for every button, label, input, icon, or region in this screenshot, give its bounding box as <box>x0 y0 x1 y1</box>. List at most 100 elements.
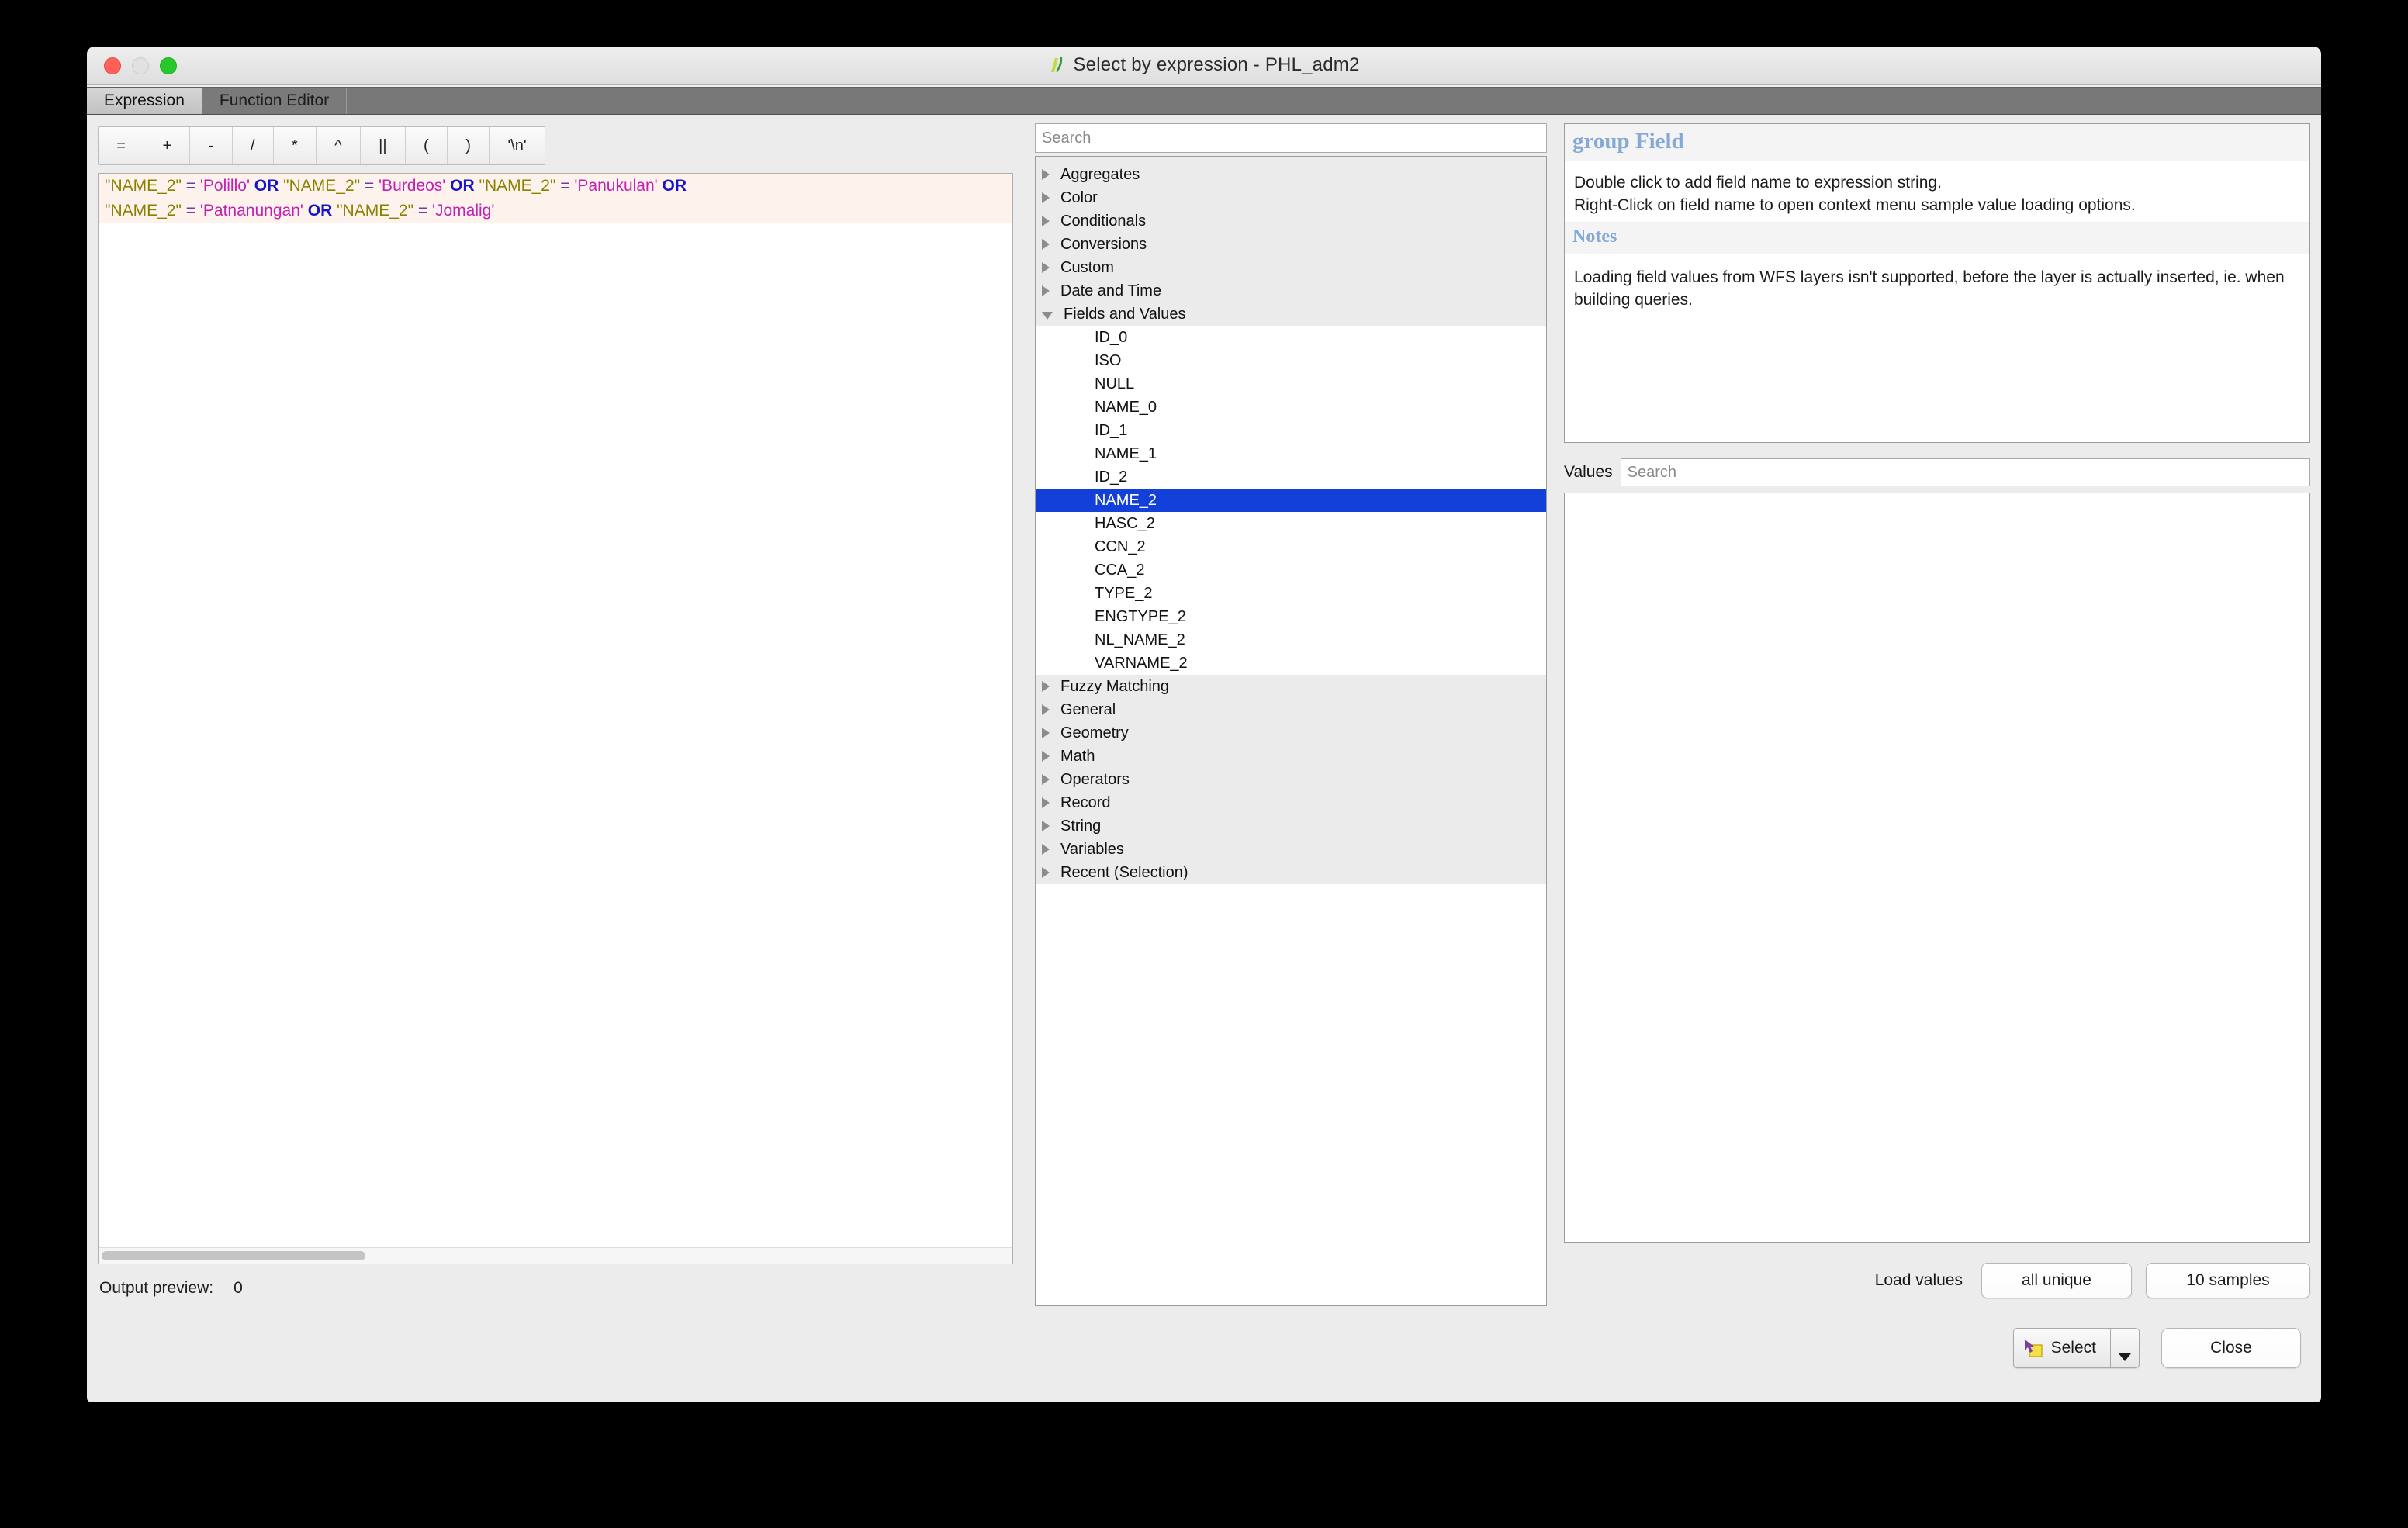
tab-expression[interactable]: Expression <box>87 88 202 114</box>
close-button[interactable]: Close <box>2161 1328 2301 1368</box>
help-body-line-1: Double click to add field name to expres… <box>1574 174 1942 192</box>
function-tree[interactable]: Aggregates Color Conditionals Conversions Cu… <box>1035 156 1547 1306</box>
tree-item-fuzzy-matching[interactable]: Fuzzy Matching <box>1036 675 1546 698</box>
tree-item-label: NAME_2 <box>1095 491 1157 509</box>
tree-item-string[interactable]: String <box>1036 814 1546 838</box>
chevron-right-icon[interactable] <box>1042 169 1050 180</box>
select-button[interactable]: Select <box>2014 1329 2110 1367</box>
chevron-right-icon[interactable] <box>1042 262 1050 273</box>
tree-item-operators[interactable]: Operators <box>1036 768 1546 791</box>
tree-item-nl-name-2[interactable]: NL_NAME_2 <box>1036 628 1546 652</box>
tree-item-aggregates[interactable]: Aggregates <box>1036 163 1546 186</box>
chevron-right-icon[interactable] <box>1042 681 1050 692</box>
chevron-down-icon <box>2119 1353 2131 1361</box>
tree-item-hasc-2[interactable]: HASC_2 <box>1036 512 1546 535</box>
tree-item-fields-and-values[interactable]: Fields and Values <box>1036 302 1546 326</box>
select-by-expression-window: Select by expression - PHL_adm2 Expressi… <box>87 47 2321 1402</box>
tree-item-cca-2[interactable]: CCA_2 <box>1036 558 1546 582</box>
values-list[interactable] <box>1564 493 2310 1243</box>
tree-item-variables[interactable]: Variables <box>1036 838 1546 861</box>
expr-token-eq: = <box>560 177 570 195</box>
tree-item-id-0[interactable]: ID_0 <box>1036 326 1546 349</box>
tree-item-label: ENGTYPE_2 <box>1095 607 1186 625</box>
tree-item-label: Date and Time <box>1060 282 1162 299</box>
op-close-paren-button[interactable]: ) <box>447 127 490 164</box>
tree-item-general[interactable]: General <box>1036 698 1546 721</box>
chevron-right-icon[interactable] <box>1042 192 1050 203</box>
op-multiply-button[interactable]: * <box>273 127 317 164</box>
expression-editor[interactable]: "NAME_2" = 'Polillo' OR "NAME_2" = 'Burd… <box>98 173 1013 1264</box>
chevron-right-icon[interactable] <box>1042 844 1050 855</box>
expr-token-str: 'Panukulan' <box>574 177 658 195</box>
values-search-input[interactable]: Search <box>1620 458 2310 486</box>
op-power-button[interactable]: ^ <box>316 127 361 164</box>
op-equals-button[interactable]: = <box>99 127 145 164</box>
tree-item-geometry[interactable]: Geometry <box>1036 721 1546 745</box>
expr-token-field: "NAME_2" <box>105 177 182 195</box>
chevron-down-icon[interactable] <box>1042 311 1053 320</box>
expression-text[interactable]: "NAME_2" = 'Polillo' OR "NAME_2" = 'Burd… <box>99 174 1012 1247</box>
chevron-right-icon[interactable] <box>1042 704 1050 715</box>
tree-item-engtype-2[interactable]: ENGTYPE_2 <box>1036 605 1546 628</box>
tree-item-name-1[interactable]: NAME_1 <box>1036 442 1546 465</box>
tree-empty-space <box>1036 884 1546 1210</box>
tab-function-editor[interactable]: Function Editor <box>202 88 348 114</box>
expr-token-or: OR <box>307 201 333 220</box>
tree-item-label: Math <box>1060 747 1095 765</box>
function-search-input[interactable]: Search <box>1035 123 1547 153</box>
chevron-right-icon[interactable] <box>1042 821 1050 831</box>
tree-item-label: Color <box>1060 188 1098 206</box>
chevron-right-icon[interactable] <box>1042 239 1050 250</box>
ten-samples-button[interactable]: 10 samples <box>2146 1263 2310 1298</box>
tree-item-label: Aggregates <box>1060 165 1140 183</box>
chevron-right-icon[interactable] <box>1042 751 1050 762</box>
op-divide-button[interactable]: / <box>232 127 274 164</box>
tree-item-ccn-2[interactable]: CCN_2 <box>1036 535 1546 558</box>
tree-item-math[interactable]: Math <box>1036 745 1546 768</box>
tree-item-iso[interactable]: ISO <box>1036 349 1546 372</box>
expression-hscrollbar[interactable] <box>99 1247 1012 1264</box>
tree-item-name-0[interactable]: NAME_0 <box>1036 396 1546 419</box>
op-plus-button[interactable]: + <box>144 127 191 164</box>
expression-hscrollbar-thumb[interactable] <box>102 1251 365 1260</box>
chevron-right-icon[interactable] <box>1042 728 1050 738</box>
tree-item-date-and-time[interactable]: Date and Time <box>1036 279 1546 302</box>
select-dropdown-toggle[interactable] <box>2110 1329 2139 1367</box>
tree-item-label: CCA_2 <box>1095 561 1145 579</box>
function-tree-list[interactable]: Aggregates Color Conditionals Conversions Cu… <box>1036 163 1546 1305</box>
tree-item-id-1[interactable]: ID_1 <box>1036 419 1546 442</box>
expr-token-eq: = <box>417 201 428 220</box>
chevron-right-icon[interactable] <box>1042 797 1050 808</box>
tab-bar: Expression Function Editor <box>87 85 2321 116</box>
tree-item-id-2[interactable]: ID_2 <box>1036 465 1546 489</box>
tree-item-conversions[interactable]: Conversions <box>1036 233 1546 256</box>
tree-item-recent-selection[interactable]: Recent (Selection) <box>1036 861 1546 884</box>
op-newline-button[interactable]: '\n' <box>490 127 545 164</box>
expr-token-str: 'Jomalig' <box>431 201 495 220</box>
select-split-button[interactable]: Select <box>2012 1328 2140 1368</box>
tree-item-color[interactable]: Color <box>1036 186 1546 209</box>
op-minus-button[interactable]: - <box>190 127 233 164</box>
tree-item-conditionals[interactable]: Conditionals <box>1036 209 1546 233</box>
tree-item-name-2[interactable]: NAME_2 <box>1036 489 1546 512</box>
chevron-right-icon[interactable] <box>1042 774 1050 785</box>
chevron-right-icon[interactable] <box>1042 216 1050 226</box>
tree-item-label: Conditionals <box>1060 212 1147 230</box>
tree-item-label: TYPE_2 <box>1095 584 1153 602</box>
tree-item-null[interactable]: NULL <box>1036 372 1546 396</box>
select-features-icon <box>2023 1339 2043 1357</box>
tree-item-label: NAME_0 <box>1095 398 1157 416</box>
op-open-paren-button[interactable]: ( <box>405 127 448 164</box>
tree-item-varname-2[interactable]: VARNAME_2 <box>1036 652 1546 675</box>
tree-item-type-2[interactable]: TYPE_2 <box>1036 582 1546 605</box>
tree-item-label: String <box>1060 817 1102 835</box>
op-concat-button[interactable]: || <box>360 127 406 164</box>
tree-item-record[interactable]: Record <box>1036 791 1546 814</box>
chevron-right-icon[interactable] <box>1042 867 1050 878</box>
chevron-right-icon[interactable] <box>1042 285 1050 296</box>
all-unique-button[interactable]: all unique <box>1981 1263 2132 1298</box>
tree-item-label: Variables <box>1060 840 1124 858</box>
tree-item-custom[interactable]: Custom <box>1036 256 1546 279</box>
output-preview-label: Output preview: <box>99 1279 214 1297</box>
help-notes-body: Loading field values from WFS layers isn… <box>1574 268 2285 309</box>
